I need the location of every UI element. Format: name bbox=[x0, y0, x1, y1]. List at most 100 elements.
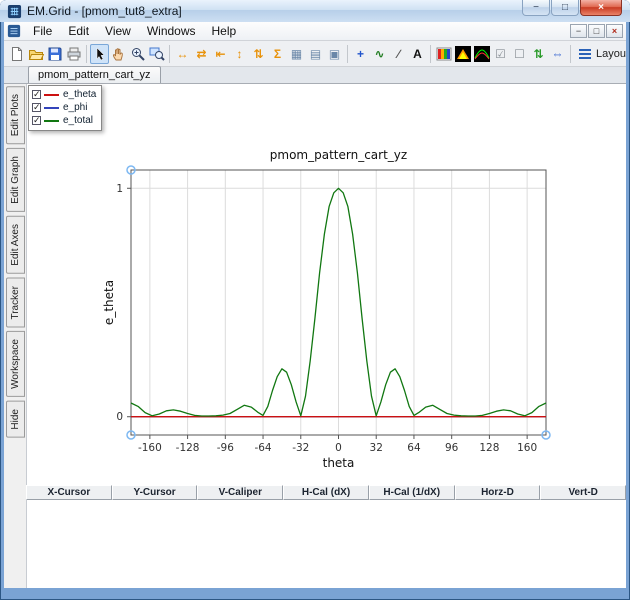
legend-checkbox-e_phi[interactable]: ✓ bbox=[32, 103, 41, 112]
grid-view-button[interactable]: ▦ bbox=[287, 44, 306, 64]
toolbar-separator bbox=[169, 45, 170, 63]
table-view-icon: ▤ bbox=[310, 48, 321, 60]
sidebar-tab-hide[interactable]: Hide bbox=[6, 401, 25, 438]
layout-label: Layou bbox=[596, 48, 626, 60]
fit-horizontal-icon: ↔ bbox=[177, 48, 189, 60]
mdi-window-controls: −□× bbox=[569, 24, 623, 38]
snap-left-icon: ⇤ bbox=[215, 48, 225, 60]
toggle-a-button[interactable]: ☑ bbox=[491, 44, 510, 64]
status-cell-h-cal-dx-: H-Cal (dX) bbox=[283, 485, 369, 500]
cursor-icon bbox=[92, 46, 108, 62]
legend-item-e_phi: ✓e_phi bbox=[32, 101, 96, 114]
sidebar-tab-edit-graph[interactable]: Edit Graph bbox=[6, 148, 25, 212]
menu-view[interactable]: View bbox=[97, 22, 139, 40]
spectrogram-2-button[interactable] bbox=[472, 44, 491, 64]
legend-line-sample bbox=[44, 94, 59, 96]
svg-text:e_theta: e_theta bbox=[102, 280, 116, 325]
status-cell-horz-d: Horz-D bbox=[455, 485, 541, 500]
toolbar: ↔⇄ ⇤ ↕ ⇅ Σ ▦ ▤ ▣ +∿∕ A ☑☐ ⇅ ⇔ Layou bbox=[4, 41, 626, 67]
window-controls: − □ × bbox=[521, 0, 622, 16]
save-file-button[interactable] bbox=[45, 44, 64, 64]
menu-file[interactable]: File bbox=[25, 22, 60, 40]
expand-horizontal-button[interactable]: ⇄ bbox=[192, 44, 211, 64]
toolbar-separator bbox=[347, 45, 348, 63]
menu-edit[interactable]: Edit bbox=[60, 22, 97, 40]
mdi-restore-button[interactable]: □ bbox=[588, 24, 605, 38]
new-window-button[interactable]: ▣ bbox=[325, 44, 344, 64]
colormap-icon bbox=[436, 46, 452, 62]
menu-items: FileEditViewWindowsHelp bbox=[25, 22, 244, 40]
tab-pmom-pattern-cart-yz[interactable]: pmom_pattern_cart_yz bbox=[28, 66, 161, 83]
spectrogram-1-button[interactable] bbox=[453, 44, 472, 64]
svg-text:128: 128 bbox=[479, 442, 499, 454]
svg-text:theta: theta bbox=[323, 456, 355, 470]
legend-label: e_theta bbox=[63, 89, 96, 100]
zoom-icon bbox=[130, 46, 146, 62]
new-window-icon: ▣ bbox=[329, 48, 340, 60]
sidebar-tabs: Edit Plots Edit Graph Edit Axes Tracker Work… bbox=[4, 84, 26, 562]
print-button[interactable] bbox=[64, 44, 83, 64]
pan-hand-button[interactable] bbox=[109, 44, 128, 64]
fit-vertical-button[interactable]: ↕ bbox=[230, 44, 249, 64]
legend-checkbox-e_total[interactable]: ✓ bbox=[32, 116, 41, 125]
slope-tool-button[interactable]: ∕ bbox=[389, 44, 408, 64]
zoom-button[interactable] bbox=[128, 44, 147, 64]
chart[interactable]: -160-128-96-64-32032649612816001pmom_pat… bbox=[101, 145, 571, 480]
plot-area[interactable]: -160-128-96-64-32032649612816001pmom_pat… bbox=[26, 84, 626, 588]
menu-windows[interactable]: Windows bbox=[139, 22, 204, 40]
sidebar-tab-edit-plots[interactable]: Edit Plots bbox=[6, 86, 25, 144]
legend-checkbox-e_theta[interactable]: ✓ bbox=[32, 90, 41, 99]
sync-axes-button[interactable]: ⇅ bbox=[529, 44, 548, 64]
fit-horizontal-button[interactable]: ↔ bbox=[173, 44, 192, 64]
document-icon bbox=[7, 24, 21, 38]
svg-text:96: 96 bbox=[445, 442, 459, 454]
colormap-button[interactable] bbox=[434, 44, 453, 64]
legend-item-e_theta: ✓ e_theta bbox=[32, 88, 96, 101]
expand-view-icon: ⇔ bbox=[552, 48, 564, 60]
window-content: FileEditViewWindowsHelp −□× ↔⇄ ⇤ ↕ ⇅ Σ ▦ ▤ ▣ +∿∕… bbox=[4, 22, 626, 588]
select-cursor-button[interactable] bbox=[90, 44, 109, 64]
new-file-button[interactable] bbox=[7, 44, 26, 64]
snap-left-button[interactable]: ⇤ bbox=[211, 44, 230, 64]
toolbar-separator bbox=[570, 45, 571, 63]
menu-help[interactable]: Help bbox=[204, 22, 245, 40]
sum-button[interactable]: Σ bbox=[268, 44, 287, 64]
zoom-window-icon bbox=[149, 46, 165, 62]
mdi-close-button[interactable]: × bbox=[606, 24, 623, 38]
legend-panel[interactable]: ✓e_theta✓e_phi✓e_total bbox=[28, 85, 102, 131]
layout-button[interactable]: Layou bbox=[574, 44, 626, 64]
menu-bar: FileEditViewWindowsHelp −□× bbox=[4, 22, 626, 41]
grid-view-icon: ▦ bbox=[291, 48, 302, 60]
app-window: EM.Grid - [pmom_tut8_extra] − □ × FileEd… bbox=[0, 0, 630, 600]
table-view-button[interactable]: ▤ bbox=[306, 44, 325, 64]
minimize-button[interactable]: − bbox=[522, 0, 550, 16]
svg-text:32: 32 bbox=[370, 442, 383, 454]
expand-vertical-button[interactable]: ⇅ bbox=[249, 44, 268, 64]
sidebar-tab-edit-axes[interactable]: Edit Axes bbox=[6, 216, 25, 274]
spectrogram2-icon bbox=[474, 46, 490, 62]
mdi-minimize-button[interactable]: − bbox=[570, 24, 587, 38]
sync-axes-icon: ⇅ bbox=[533, 48, 543, 60]
spectrogram-icon bbox=[455, 46, 471, 62]
sidebar-tab-workspace[interactable]: Workspace bbox=[6, 331, 25, 397]
tab-label: pmom_pattern_cart_yz bbox=[38, 69, 151, 81]
open-file-button[interactable] bbox=[26, 44, 45, 64]
toggle-b-button[interactable]: ☐ bbox=[510, 44, 529, 64]
expand-view-button[interactable]: ⇔ bbox=[548, 44, 567, 64]
sum-icon: Σ bbox=[274, 48, 281, 60]
layout-lines-icon bbox=[577, 46, 593, 62]
add-curve-button[interactable]: ∿ bbox=[370, 44, 389, 64]
sidebar-tab-tracker[interactable]: Tracker bbox=[6, 278, 25, 328]
legend-line-sample bbox=[44, 120, 59, 122]
text-a-icon: A bbox=[413, 48, 422, 60]
close-button[interactable]: × bbox=[580, 0, 622, 16]
print-icon bbox=[66, 46, 82, 62]
toolbar-separator bbox=[86, 45, 87, 63]
hand-icon bbox=[111, 46, 127, 62]
add-marker-button[interactable]: + bbox=[351, 44, 370, 64]
fit-vertical-icon: ↕ bbox=[237, 48, 243, 60]
add-text-button[interactable]: A bbox=[408, 44, 427, 64]
zoom-window-button[interactable] bbox=[147, 44, 166, 64]
title-bar[interactable]: EM.Grid - [pmom_tut8_extra] − □ × bbox=[0, 0, 630, 22]
maximize-button[interactable]: □ bbox=[551, 0, 579, 16]
